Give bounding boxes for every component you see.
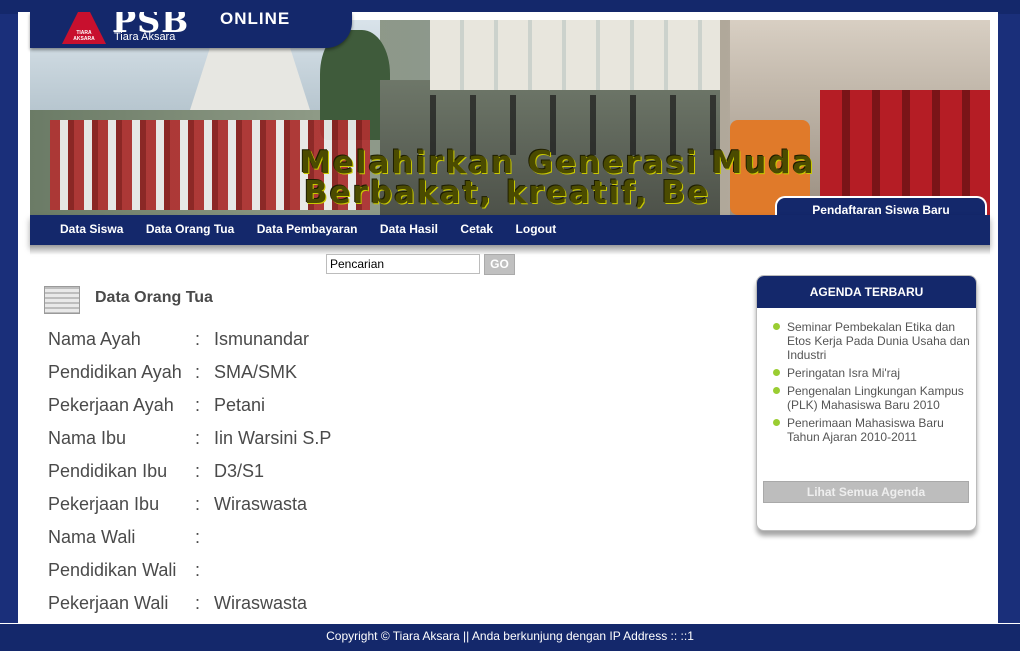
page-title: Data Orang Tua [95,289,213,306]
emblem-label: TIARA AKSARA [73,30,95,42]
field-label: Pekerjaan Ibu [48,494,160,514]
agenda-item-text: Seminar Pembekalan Etika dan Etos Kerja … [787,320,970,362]
nav-item-data-siswa[interactable]: Data Siswa [60,215,123,243]
nav-item-data-hasil[interactable]: Data Hasil [380,215,438,243]
field-value: D3/S1 [214,461,265,481]
view-all-agenda-button[interactable]: Lihat Semua Agenda [763,481,969,503]
field-label: Nama Ibu [48,428,127,448]
field-label: Nama Ayah [48,329,141,349]
field-separator: : [195,329,201,349]
logo-subtitle: Tiara Aksara [114,31,176,43]
page-container: Melahirkan Generasi Muda Berbakat, kreat… [18,12,998,624]
site-logo[interactable]: TIARA AKSARA PSB ONLINE Tiara Aksara [30,12,352,48]
field-separator: : [195,395,201,415]
main-nav: Data Siswa Data Orang Tua Data Pembayara… [30,215,990,245]
agenda-item[interactable]: Peringatan Isra Mi'raj [773,366,970,380]
field-value: SMA/SMK [214,362,298,382]
header-banner: Melahirkan Generasi Muda Berbakat, kreat… [30,20,990,215]
footer-copyright: Copyright © Tiara Aksara || Anda berkunj… [0,623,1020,651]
banner-photo-building [430,20,720,90]
field-value: Iin Warsini S.P [214,428,332,448]
registration-tab[interactable]: Pendaftaran Siswa Baru [775,196,987,215]
field-separator: : [195,560,201,580]
field-label: Pendidikan Ibu [48,461,168,481]
newspaper-icon [44,286,80,314]
field-separator: : [195,494,201,514]
field-label: Pekerjaan Ayah [48,395,174,415]
field-value: Wiraswasta [214,593,308,613]
agenda-item[interactable]: Penerimaan Mahasiswa Baru Tahun Ajaran 2… [773,416,970,444]
field-label: Pendidikan Wali [48,560,177,580]
field-separator: : [195,428,201,448]
field-label: Pekerjaan Wali [48,593,169,613]
bullet-icon [773,369,780,376]
field-label: Pendidikan Ayah [48,362,182,382]
agenda-item-text: Penerimaan Mahasiswa Baru Tahun Ajaran 2… [787,416,944,444]
bullet-icon [773,387,780,394]
field-value: Petani [214,395,266,415]
field-value: Ismunandar [214,329,310,349]
field-separator: : [195,593,201,613]
field-separator: : [195,362,201,382]
field-value: Wiraswasta [214,494,308,514]
agenda-item-text: Pengenalan Lingkungan Kampus (PLK) Mahas… [787,384,964,412]
agenda-panel: AGENDA TERBARU Seminar Pembekalan Etika … [756,275,977,531]
field-separator: : [195,527,201,547]
slogan-line-1: Melahirkan Generasi Muda [300,145,816,181]
field-label: Nama Wali [48,527,136,547]
nav-item-data-orang-tua[interactable]: Data Orang Tua [146,215,234,243]
agenda-item-text: Peringatan Isra Mi'raj [787,366,901,380]
agenda-item[interactable]: Seminar Pembekalan Etika dan Etos Kerja … [773,320,970,362]
search-input[interactable] [326,254,480,274]
nav-item-logout[interactable]: Logout [516,215,557,243]
nav-item-cetak[interactable]: Cetak [460,215,493,243]
search-go-button[interactable]: GO [484,254,515,275]
agenda-list: Seminar Pembekalan Etika dan Etos Kerja … [757,308,976,444]
nav-item-data-pembayaran[interactable]: Data Pembayaran [257,215,358,243]
bullet-icon [773,419,780,426]
field-separator: : [195,461,201,481]
agenda-item[interactable]: Pengenalan Lingkungan Kampus (PLK) Mahas… [773,384,970,412]
agenda-title: AGENDA TERBARU [757,276,976,308]
bullet-icon [773,323,780,330]
logo-online-text: ONLINE [220,12,291,28]
